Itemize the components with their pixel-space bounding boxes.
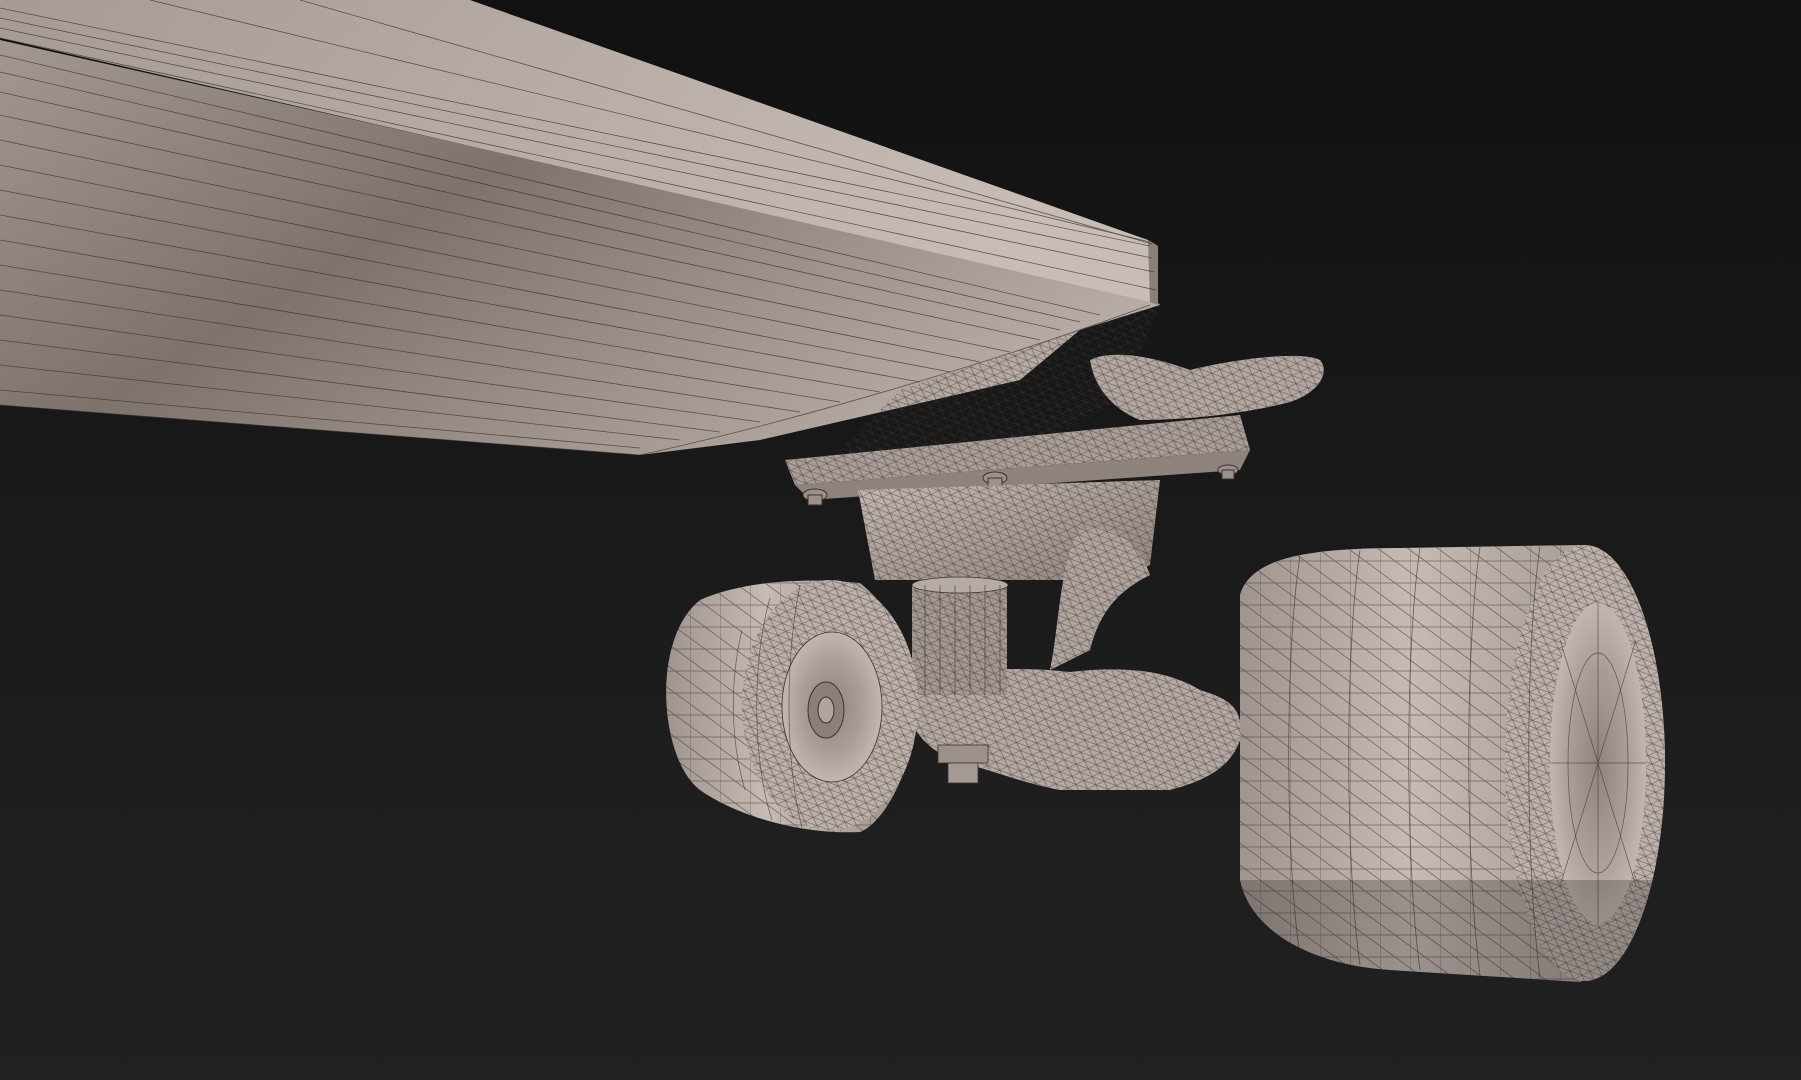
floor-shade (0, 880, 1801, 1080)
skateboard-wireframe-render (0, 0, 1801, 1080)
3d-viewport[interactable] (0, 0, 1801, 1080)
